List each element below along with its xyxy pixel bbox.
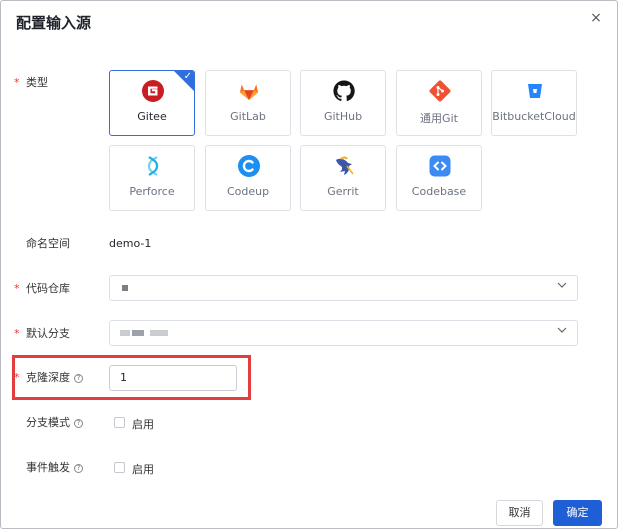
source-name: GitLab <box>230 110 266 123</box>
gerrit-icon <box>336 156 354 175</box>
event-trigger-option-label[interactable]: 启用 <box>132 461 154 477</box>
help-icon[interactable]: ? <box>74 374 83 383</box>
git-icon <box>429 80 451 102</box>
clone-depth-label-text: 克隆深度 <box>26 371 70 384</box>
source-card-generic-git[interactable]: 通用Git <box>396 70 482 136</box>
source-name: Codeup <box>226 185 270 198</box>
github-icon <box>333 80 355 102</box>
branch-select[interactable] <box>109 320 578 346</box>
clone-depth-label: 克隆深度? <box>26 371 83 385</box>
type-label: 类型 <box>26 76 48 89</box>
source-name: Perforce <box>129 185 175 198</box>
source-name: BitbucketCloud <box>492 110 576 123</box>
branch-mode-checkbox[interactable] <box>114 417 125 428</box>
source-card-gerrit[interactable]: Gerrit <box>300 145 386 211</box>
perforce-icon <box>147 156 159 176</box>
event-trigger-label: 事件触发? <box>26 461 83 475</box>
branch-label: 默认分支 <box>26 327 70 340</box>
source-name: Codebase <box>411 185 467 198</box>
close-icon[interactable]: × <box>589 11 603 25</box>
chevron-down-icon <box>557 327 567 333</box>
dialog-title: 配置输入源 <box>16 14 92 32</box>
bitbucket-icon <box>528 84 542 98</box>
check-icon: ✓ <box>183 71 192 82</box>
source-card-perforce[interactable]: Perforce <box>109 145 195 211</box>
source-card-gitee[interactable]: Gitee ✓ <box>109 70 195 136</box>
clone-depth-input[interactable]: 1 <box>109 365 237 391</box>
namespace-value: demo-1 <box>109 237 152 250</box>
help-icon[interactable]: ? <box>74 419 83 428</box>
branch-mode-label: 分支模式? <box>26 416 83 430</box>
branch-mode-label-text: 分支模式 <box>26 416 70 429</box>
source-card-gitlab[interactable]: GitLab <box>205 70 291 136</box>
source-card-codebase[interactable]: Codebase <box>396 145 482 211</box>
masked-branch-value <box>120 330 130 336</box>
ok-button[interactable]: 确定 <box>553 500 602 526</box>
masked-branch-value <box>132 330 144 336</box>
gitlab-icon <box>240 84 258 100</box>
source-card-codeup[interactable]: Codeup <box>205 145 291 211</box>
source-card-bitbucket[interactable]: BitbucketCloud <box>491 70 577 136</box>
required-mark: * <box>14 282 20 295</box>
event-trigger-checkbox[interactable] <box>114 462 125 473</box>
branch-mode-option-label[interactable]: 启用 <box>132 416 154 432</box>
configure-input-source-dialog: 配置输入源 × * 类型 Gitee ✓ GitLab GitHub 通用Git… <box>0 0 618 529</box>
masked-repo-value <box>122 285 128 291</box>
namespace-label: 命名空间 <box>26 237 70 250</box>
masked-branch-value <box>150 330 168 336</box>
help-icon[interactable]: ? <box>74 464 83 473</box>
source-name: Gerrit <box>327 185 359 198</box>
codeup-icon <box>238 155 260 177</box>
repo-select[interactable] <box>109 275 578 301</box>
required-mark: * <box>14 371 20 384</box>
gitee-icon <box>142 80 164 102</box>
required-mark: * <box>14 76 20 89</box>
source-name: 通用Git <box>420 112 458 125</box>
event-trigger-label-text: 事件触发 <box>26 461 70 474</box>
source-name: Gitee <box>137 110 167 123</box>
codebase-icon <box>429 155 451 177</box>
chevron-down-icon <box>557 282 567 288</box>
source-card-github[interactable]: GitHub <box>300 70 386 136</box>
source-name: GitHub <box>323 110 363 123</box>
cancel-button[interactable]: 取消 <box>496 500 543 526</box>
required-mark: * <box>14 327 20 340</box>
repo-label: 代码仓库 <box>26 282 70 295</box>
